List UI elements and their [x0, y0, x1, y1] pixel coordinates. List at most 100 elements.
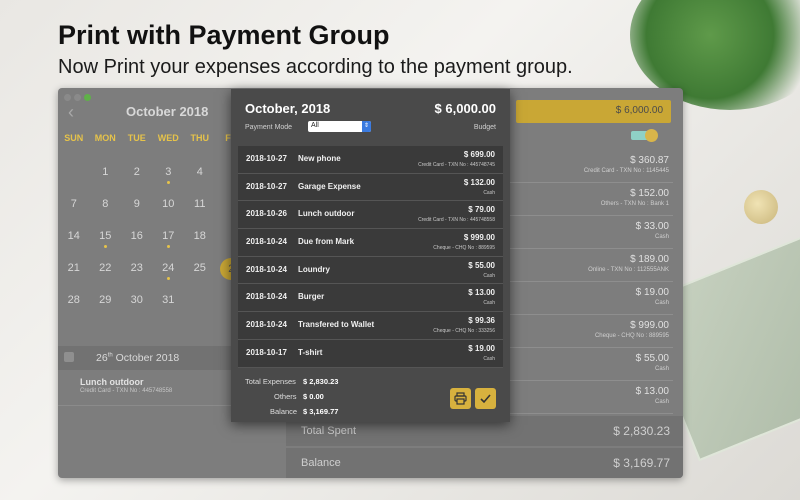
others-amount: $ 0.00: [303, 392, 324, 401]
table-row[interactable]: 2018-10-17 T-shirt $ 19.00 Cash: [238, 340, 503, 368]
list-item[interactable]: $ 55.00 Cash: [508, 348, 673, 381]
calendar-day[interactable]: 3: [153, 162, 185, 194]
table-row[interactable]: 2018-10-24 Transfered to Wallet $ 99.36 Che…: [238, 312, 503, 340]
calendar-day[interactable]: 23: [121, 258, 153, 290]
expense-meta: Cheque - CHQ No : 889595: [594, 333, 669, 339]
row-amount: $ 79.00: [468, 205, 495, 215]
selected-date-label: 26th October 2018: [96, 352, 179, 364]
row-amount: $ 99.36: [468, 316, 495, 326]
calendar-day[interactable]: 14: [58, 226, 90, 258]
row-name: New phone: [298, 154, 341, 163]
row-meta: Credit Card - TXN No : 445748745: [418, 162, 495, 168]
weekday-label: MON: [94, 133, 116, 143]
calendar-day[interactable]: 4: [184, 162, 216, 194]
calendar-day[interactable]: 30: [121, 290, 153, 322]
popup-month-title: October, 2018: [245, 101, 331, 116]
calendar-day[interactable]: 18: [184, 226, 216, 258]
list-item[interactable]: $ 189.00 Online - TXN No : 112555ANK: [508, 249, 673, 282]
total-expenses-value: $ 2,830.23: [303, 377, 338, 386]
row-amount: $ 55.00: [468, 260, 495, 270]
row-meta: Cash: [483, 272, 495, 279]
row-amount: $ 13.00: [468, 288, 495, 298]
calendar-day[interactable]: 16: [121, 226, 153, 258]
print-button[interactable]: [450, 388, 471, 409]
calendar-day[interactable]: [58, 162, 90, 194]
calendar-day[interactable]: 10: [153, 194, 185, 226]
expense-amount: $ 152.00: [630, 188, 669, 199]
table-row[interactable]: 2018-10-24 Burger $ 13.00 Cash: [238, 284, 503, 313]
list-item[interactable]: $ 999.00 Cheque - CHQ No : 889595: [508, 315, 673, 348]
row-name: Due from Mark: [298, 237, 355, 247]
expense-amount: $ 360.87: [630, 155, 669, 166]
calendar-month-title: October 2018: [126, 104, 209, 119]
budget-amount[interactable]: $ 6,000.00: [516, 100, 671, 123]
zoom-window-button[interactable]: [84, 94, 91, 101]
expense-list: $ 360.87 Credit Card - TXN No : 1145445 $…: [508, 150, 673, 414]
calendar-day[interactable]: [184, 290, 216, 322]
calendar-day[interactable]: 24: [153, 258, 185, 290]
calendar-grid: 1 2 3 4 7 8 9 10 11 14 15 16 17 18 21 22…: [58, 162, 243, 322]
others-label: Others: [274, 392, 297, 401]
expense-amount: $ 19.00: [635, 287, 669, 298]
calendar-day[interactable]: 28: [58, 290, 90, 322]
list-item[interactable]: $ 19.00 Cash: [508, 282, 673, 315]
selected-date-day: 26: [96, 352, 108, 364]
balance-label: Balance: [301, 457, 341, 469]
table-row[interactable]: 2018-10-24 Loundry $ 55.00 Cash: [238, 257, 503, 285]
list-item[interactable]: $ 33.00 Cash: [508, 216, 673, 249]
chevron-updown-icon: ⇕: [362, 121, 371, 132]
table-row[interactable]: 2018-10-27 New phone $ 699.00 Credit Card -…: [238, 146, 503, 174]
selected-date-month: October 2018: [115, 352, 180, 364]
list-item[interactable]: $ 360.87 Credit Card - TXN No : 1145445: [508, 150, 673, 183]
calendar-day[interactable]: 1: [90, 162, 122, 194]
calendar-day[interactable]: 22: [90, 258, 122, 290]
table-row[interactable]: 2018-10-26 Lunch outdoor $ 79.00 Credit Car…: [238, 201, 503, 230]
list-item[interactable]: $ 152.00 Others - TXN No : Bank 1: [508, 183, 673, 216]
row-meta: Cash: [483, 300, 495, 307]
checkmark-icon: [480, 394, 491, 404]
calendar-week: 21 22 23 24 25 2: [58, 258, 243, 290]
popup-budget-total: $ 6,000.00: [434, 101, 496, 116]
calendar-day[interactable]: 2: [121, 162, 153, 194]
list-item[interactable]: $ 13.00 Cash: [508, 381, 673, 414]
calendar-week: 7 8 9 10 11: [58, 194, 231, 226]
minimize-window-button[interactable]: [74, 94, 81, 101]
calendar-day[interactable]: 7: [58, 194, 90, 226]
calendar-day[interactable]: 11: [184, 194, 216, 226]
day-expense-title: Lunch outdoor: [80, 377, 144, 387]
day-expense-item[interactable]: Lunch outdoor Credit Card - TXN No : 445…: [58, 372, 231, 406]
close-window-button[interactable]: [64, 94, 71, 101]
calendar-week: 28 29 30 31: [58, 290, 231, 322]
row-amount: $ 19.00: [468, 343, 495, 353]
row-name: Lunch outdoor: [298, 209, 355, 219]
expense-meta: Cash: [654, 300, 669, 306]
chevron-left-icon[interactable]: ‹: [68, 102, 74, 123]
row-date: 2018-10-24: [246, 320, 287, 330]
calendar-day[interactable]: 9: [121, 194, 153, 226]
calendar-week: 14 15 16 17 18: [58, 226, 231, 258]
table-row[interactable]: 2018-10-24 Due from Mark $ 999.00 Cheque - …: [238, 229, 503, 257]
calendar-day[interactable]: 8: [90, 194, 122, 226]
payment-mode-select[interactable]: All ⇕: [308, 121, 371, 132]
row-name: Garage Expense: [298, 181, 361, 191]
expense-amount: $ 33.00: [635, 221, 669, 232]
calendar-day[interactable]: 31: [153, 290, 185, 322]
row-date: 2018-10-17: [246, 347, 287, 357]
total-expenses-label: Total Expenses: [245, 377, 296, 386]
calendar-day[interactable]: 29: [90, 290, 122, 322]
calendar-week: 1 2 3 4: [58, 162, 231, 194]
popup-balance-amount: $ 3,169.77: [303, 407, 339, 416]
row-meta: Cheque - CHQ No : 889595: [433, 245, 495, 252]
subline: Now Print your expenses according to the…: [58, 56, 573, 78]
calendar-day[interactable]: 21: [58, 258, 90, 290]
calendar-day[interactable]: 15: [90, 226, 122, 258]
table-row[interactable]: 2018-10-27 Garage Expense $ 132.00 Cash: [238, 174, 503, 202]
calendar-day[interactable]: 25: [184, 258, 216, 290]
weekday-header: SUN MON TUE WED THU FR: [58, 133, 237, 165]
row-date: 2018-10-24: [246, 237, 287, 247]
calendar-day[interactable]: 17: [153, 226, 185, 258]
payment-mode-value: All: [311, 122, 319, 129]
budget-label: Budget: [473, 124, 496, 131]
expense-meta: Cash: [654, 399, 669, 405]
confirm-button[interactable]: [475, 388, 496, 409]
